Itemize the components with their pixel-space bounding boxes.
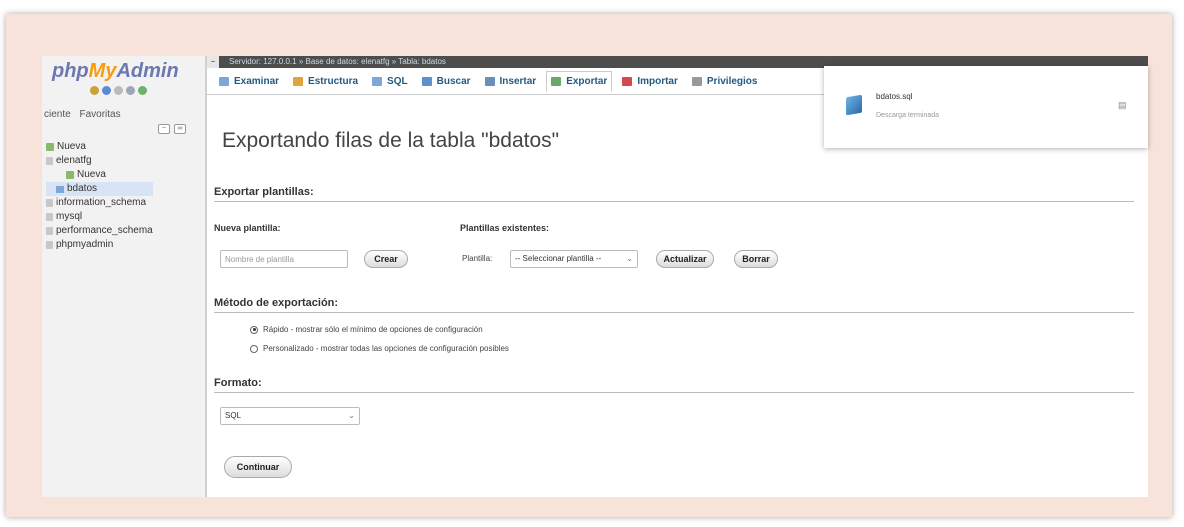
- home-icon[interactable]: [90, 86, 99, 95]
- database-icon: [46, 199, 53, 207]
- tab-privilegios[interactable]: Privilegios: [688, 72, 762, 91]
- settings-icon[interactable]: [126, 86, 135, 95]
- existing-templates-label: Plantillas existentes:: [460, 223, 550, 233]
- delete-template-button[interactable]: Borrar: [734, 250, 778, 268]
- database-tree: Nueva elenatfg Nueva bdatos information_…: [46, 140, 153, 252]
- download-file-name[interactable]: bdatos.sql: [876, 92, 912, 101]
- tree-item-new[interactable]: Nueva: [46, 140, 153, 154]
- database-icon: [46, 241, 53, 249]
- tree-item-performance-schema[interactable]: performance_schema: [46, 224, 153, 238]
- search-icon: [421, 76, 432, 86]
- template-name-input[interactable]: Nombre de plantilla: [220, 250, 348, 268]
- tab-examinar[interactable]: Examinar: [215, 72, 283, 91]
- breadcrumb-text[interactable]: Servidor: 127.0.0.1 » Base de datos: ele…: [229, 57, 446, 66]
- browse-icon: [219, 76, 229, 86]
- tree-controls: − ∞: [158, 124, 186, 134]
- tree-item-mysql[interactable]: mysql: [46, 210, 153, 224]
- tree-item-new-table[interactable]: Nueva: [46, 168, 153, 182]
- export-icon: [551, 76, 562, 86]
- collapse-all-icon[interactable]: −: [158, 124, 170, 134]
- export-method-section-title: Método de exportación:: [214, 297, 1134, 313]
- quick-export-option[interactable]: Rápido - mostrar sólo el mínimo de opcio…: [250, 325, 483, 334]
- logo-admin: Admin: [116, 60, 179, 82]
- tab-exportar[interactable]: Exportar: [546, 70, 613, 92]
- download-popup: bdatos.sql Descarga terminada ▤: [824, 66, 1148, 148]
- favorites-link[interactable]: Favoritas: [79, 109, 120, 120]
- folder-icon[interactable]: ▤: [1118, 100, 1127, 111]
- new-icon: [46, 143, 54, 151]
- phpmyadmin-logo[interactable]: phpMyAdmin: [52, 60, 179, 83]
- structure-icon: [293, 76, 304, 86]
- radio-quick[interactable]: [250, 325, 258, 334]
- navigation-sidebar: phpMyAdmin ciente Favoritas − ∞ Nueva el…: [42, 56, 207, 497]
- templates-section-title: Exportar plantillas:: [214, 186, 1134, 202]
- tree-item-bdatos[interactable]: bdatos: [46, 182, 153, 196]
- tab-buscar[interactable]: Buscar: [418, 72, 475, 91]
- tab-estructura[interactable]: Estructura: [289, 72, 362, 91]
- database-icon: [46, 213, 53, 221]
- sql-icon: [372, 76, 383, 86]
- quick-icons: [90, 86, 147, 95]
- new-icon: [66, 171, 74, 179]
- table-icon: [56, 185, 64, 193]
- main-content: Exportando filas de la tabla "bdatos" Ex…: [214, 94, 1144, 494]
- database-icon: [46, 157, 53, 165]
- custom-export-option[interactable]: Personalizado - mostrar todas las opcion…: [250, 344, 509, 353]
- template-select[interactable]: -- Seleccionar plantilla -- ⌄: [510, 250, 638, 268]
- tab-sql[interactable]: SQL: [368, 72, 412, 91]
- create-template-button[interactable]: Crear: [364, 250, 408, 268]
- page-title: Exportando filas de la tabla "bdatos": [222, 129, 560, 152]
- logout-icon[interactable]: [102, 86, 111, 95]
- format-section-title: Formato:: [214, 377, 1134, 393]
- import-icon: [622, 76, 633, 86]
- link-icon[interactable]: ∞: [174, 124, 186, 134]
- collapse-panel-icon[interactable]: −: [207, 56, 219, 68]
- continue-button[interactable]: Continuar: [224, 456, 292, 478]
- download-status: Descarga terminada: [876, 112, 940, 119]
- new-template-label: Nueva plantilla:: [214, 223, 281, 233]
- chevron-down-icon: ⌄: [626, 254, 633, 263]
- tab-insertar[interactable]: Insertar: [481, 72, 541, 91]
- tab-importar[interactable]: Importar: [618, 72, 682, 91]
- chevron-down-icon: ⌄: [348, 411, 355, 420]
- sidebar-links: ciente Favoritas: [44, 109, 127, 120]
- update-template-button[interactable]: Actualizar: [656, 250, 714, 268]
- logo-my: My: [88, 60, 117, 82]
- database-icon: [46, 227, 53, 235]
- docs-icon[interactable]: [114, 86, 123, 95]
- template-select-label: Plantilla:: [462, 254, 493, 263]
- file-icon: [846, 94, 862, 116]
- logo-php: php: [52, 60, 89, 82]
- radio-custom[interactable]: [250, 344, 258, 353]
- tree-item-information-schema[interactable]: information_schema: [46, 196, 153, 210]
- insert-icon: [484, 76, 495, 86]
- reload-icon[interactable]: [138, 86, 147, 95]
- format-select[interactable]: SQL ⌄: [220, 407, 360, 425]
- tree-item-elenatfg[interactable]: elenatfg: [46, 154, 153, 168]
- privileges-icon: [691, 76, 702, 86]
- recent-link[interactable]: ciente: [44, 109, 71, 120]
- tree-item-phpmyadmin[interactable]: phpmyadmin: [46, 238, 153, 252]
